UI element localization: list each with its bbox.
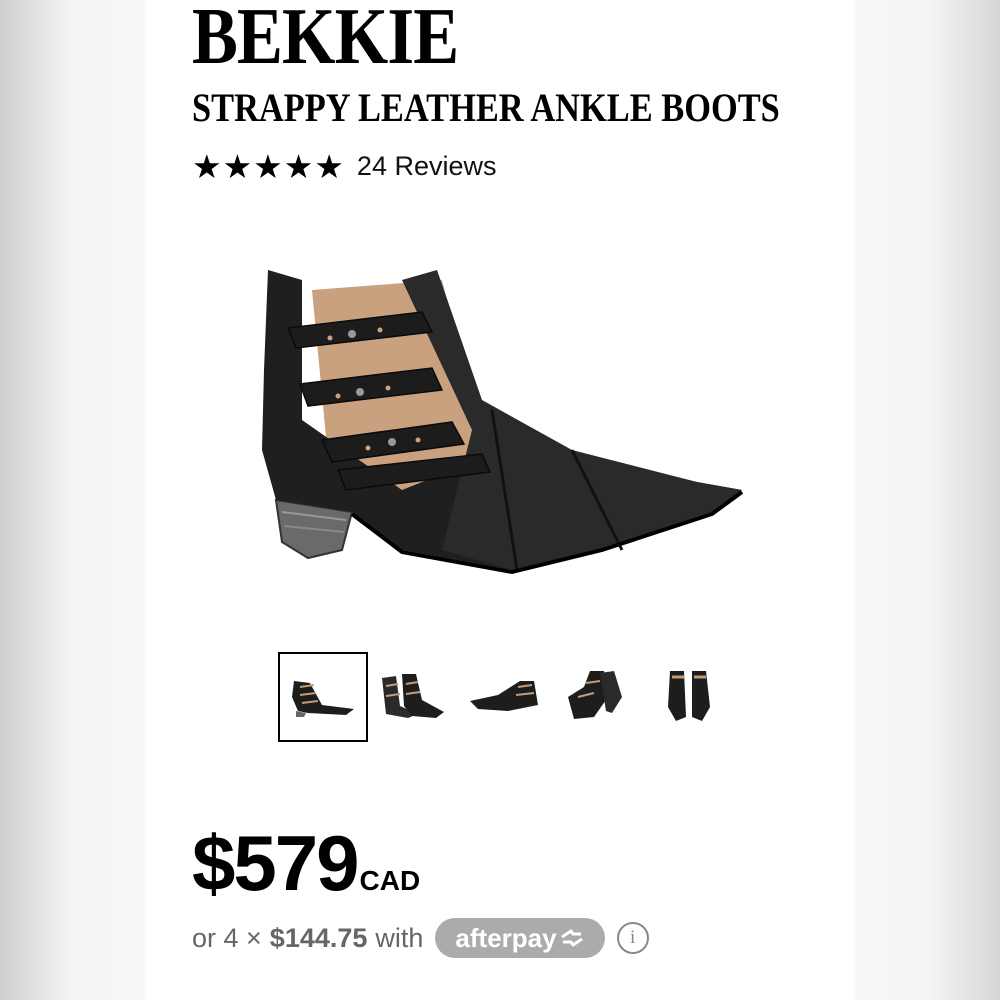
installment-row: or 4 × $144.75 with afterpay i	[192, 918, 649, 958]
brand-title: BEKKIE	[192, 0, 459, 81]
star-rating-icon: ★★★★★	[192, 148, 345, 185]
thumbnail-1[interactable]	[278, 652, 368, 742]
product-main-image	[262, 270, 744, 575]
thumbnail-strip	[278, 652, 718, 742]
reviews-link[interactable]: 24 Reviews	[357, 151, 497, 182]
boot-side-thumb-icon	[292, 681, 354, 717]
rating-row: ★★★★★ 24 Reviews	[192, 150, 496, 183]
thumbnail-3[interactable]	[462, 652, 548, 738]
thumbnail-4[interactable]	[554, 652, 640, 738]
boot-inner-thumb-icon	[470, 681, 538, 711]
afterpay-arrows-icon	[560, 929, 583, 947]
product-name: STRAPPY LEATHER ANKLE BOOTS	[192, 85, 780, 130]
afterpay-label: afterpay	[455, 922, 557, 953]
boot-pair-thumb-icon	[382, 674, 444, 718]
info-icon[interactable]: i	[616, 922, 649, 954]
price-amount: $579	[192, 819, 360, 907]
installment-suffix: with	[375, 922, 424, 953]
installment-amount: $144.75	[269, 922, 368, 953]
price-row: $579 CAD	[192, 818, 420, 909]
afterpay-badge[interactable]: afterpay	[435, 918, 605, 958]
thumbnail-5[interactable]	[646, 652, 732, 738]
boot-back-thumb-icon	[568, 671, 622, 719]
thumbnail-2[interactable]	[370, 652, 456, 738]
price-currency: CAD	[359, 865, 421, 896]
installment-prefix: or 4 ×	[192, 922, 262, 953]
boot-front-thumb-icon	[668, 671, 710, 721]
product-card: BEKKIE STRAPPY LEATHER ANKLE BOOTS ★★★★★…	[146, 0, 854, 1000]
